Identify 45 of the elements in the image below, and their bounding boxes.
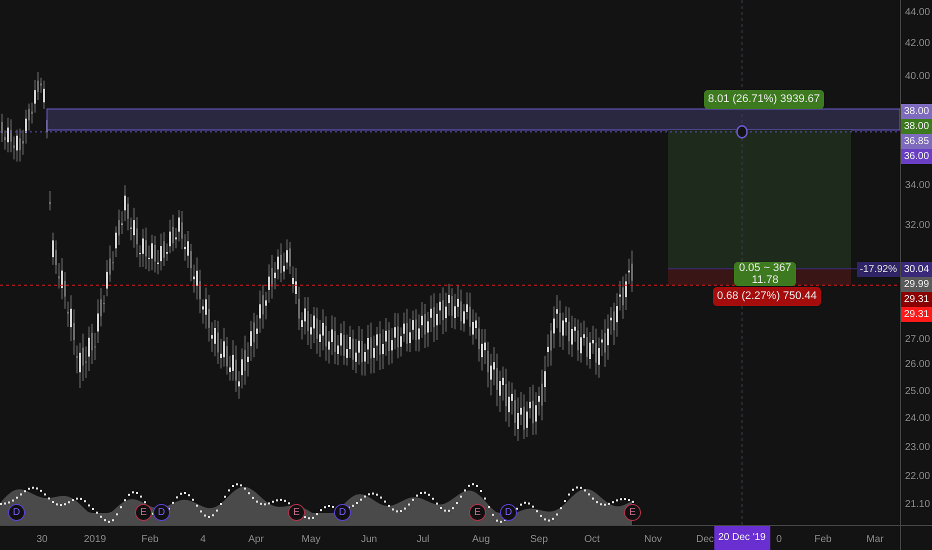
anchor-handle[interactable] — [736, 125, 748, 139]
price-tick: 32.00 — [905, 220, 930, 232]
price-tag: 29.31 — [901, 292, 932, 307]
price-tag: 36.00 — [901, 149, 932, 164]
time-tick: Oct — [584, 533, 600, 547]
target-label: 8.01 (26.71%) 3939.67 — [704, 90, 824, 108]
event-marker[interactable]: D — [153, 504, 170, 521]
price-tick: 42.00 — [905, 38, 930, 50]
price-tick: 23.00 — [905, 442, 930, 454]
price-tick: 26.00 — [905, 359, 930, 372]
time-tick: May — [302, 533, 320, 547]
time-tick: 2019 — [84, 533, 106, 547]
cursor-date-label: 20 Dec '19 — [714, 526, 770, 550]
time-tick: Mar — [866, 533, 884, 547]
price-tag: 30.04 — [901, 262, 932, 277]
price-tick: 40.00 — [905, 70, 930, 83]
event-marker[interactable]: D — [500, 504, 517, 521]
time-tick: Nov — [644, 533, 662, 547]
price-tick: 25.00 — [905, 386, 930, 398]
time-tick: Feb — [141, 533, 159, 547]
price-tick: 27.00 — [905, 334, 930, 346]
price-tag: 38.00 — [901, 104, 932, 120]
price-tick: 21.10 — [905, 499, 930, 512]
time-tick: Sep — [530, 533, 548, 547]
time-tick: Jul — [416, 533, 430, 547]
price-tag: 36.85 — [901, 134, 932, 150]
time-tick: Dec — [696, 533, 714, 547]
time-tick: Apr — [248, 533, 264, 547]
time-tick: Jun — [360, 533, 378, 547]
price-tick: 22.00 — [905, 471, 930, 484]
price-tick: 34.00 — [905, 180, 930, 192]
price-tag: 29.99 — [901, 276, 932, 292]
price-tag: 38.00 — [901, 119, 932, 134]
time-tick: Feb — [814, 533, 832, 547]
price-tick: 24.00 — [905, 413, 930, 426]
time-tick: 30 — [36, 533, 48, 547]
time-tick: Aug — [472, 533, 490, 547]
event-marker[interactable]: E — [624, 504, 641, 521]
time-tick: 4 — [200, 533, 206, 547]
price-tick: 44.00 — [905, 7, 930, 19]
stop-label: 0.68 (2.27%) 750.44 — [713, 287, 821, 306]
time-tick: 0 — [776, 533, 782, 547]
change-tag: -17.92% — [856, 262, 900, 277]
price-tag: 29.31 — [901, 306, 932, 322]
position-stats-label: 0.05 ~ 367 11.78 — [734, 262, 796, 286]
